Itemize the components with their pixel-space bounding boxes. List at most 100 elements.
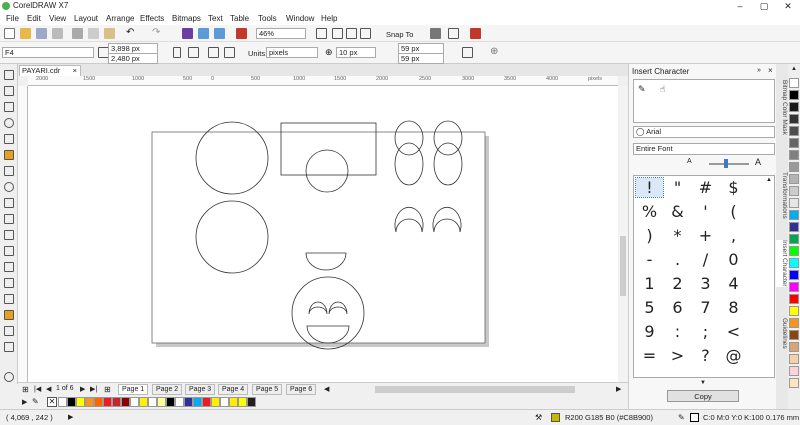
color-swatch[interactable] <box>789 330 799 340</box>
color-swatch[interactable] <box>76 397 85 407</box>
portrait-icon[interactable] <box>173 47 181 58</box>
color-swatch[interactable] <box>112 397 121 407</box>
character-cell[interactable]: ! <box>635 177 664 198</box>
color-swatch[interactable] <box>789 366 799 376</box>
tab-insert-character[interactable]: Insert Character <box>776 240 788 287</box>
interactive-fill-tool-icon[interactable] <box>4 310 14 320</box>
color-swatch[interactable] <box>789 102 799 112</box>
grid-scroll-up-icon[interactable]: ▲ <box>766 177 772 183</box>
add-page-end-icon[interactable]: ⊞ <box>104 385 111 394</box>
grid-icon[interactable] <box>346 28 357 39</box>
first-page-icon[interactable]: |◀ <box>34 385 41 393</box>
add-tool-icon[interactable] <box>4 372 14 382</box>
rulers-icon[interactable] <box>332 28 343 39</box>
menu-table[interactable]: Table <box>230 14 249 23</box>
guidelines-icon[interactable] <box>360 28 371 39</box>
welcome-screen-icon[interactable] <box>470 28 481 39</box>
tab-transformations[interactable]: Transformations <box>776 172 788 219</box>
next-page-icon[interactable]: ▶ <box>80 385 85 393</box>
restore-icon[interactable]: ▢ <box>752 0 776 13</box>
font-select[interactable]: ◯ Arial <box>633 126 775 138</box>
character-cell[interactable]: 9 <box>636 322 663 341</box>
color-swatch[interactable] <box>789 162 799 172</box>
page-tab-1[interactable]: Page 1 <box>118 384 149 395</box>
smart-fill-tool-icon[interactable] <box>4 326 14 336</box>
character-cell[interactable]: 4 <box>720 274 747 293</box>
character-cell[interactable]: = <box>636 346 663 365</box>
character-cell[interactable]: 3 <box>692 274 719 293</box>
color-swatch[interactable] <box>789 222 799 232</box>
color-swatch[interactable] <box>789 354 799 364</box>
pick-tool-icon[interactable] <box>4 70 14 80</box>
eyedropper-tool-icon[interactable] <box>4 294 14 304</box>
copy-icon[interactable] <box>88 28 99 39</box>
vertical-scrollbar[interactable] <box>618 86 628 382</box>
color-swatch[interactable] <box>193 397 202 407</box>
horizontal-scroll-thumb[interactable] <box>375 386 575 393</box>
print-icon[interactable] <box>52 28 63 39</box>
color-swatch[interactable] <box>211 397 220 407</box>
character-cell[interactable]: ? <box>692 346 719 365</box>
color-swatch[interactable] <box>184 397 193 407</box>
color-swatch[interactable] <box>175 397 184 407</box>
character-cell[interactable]: * <box>664 226 691 245</box>
page-height-field[interactable]: 2,480 px <box>108 53 158 64</box>
color-swatch[interactable] <box>789 198 799 208</box>
options-icon[interactable] <box>430 28 441 39</box>
character-cell[interactable]: 8 <box>720 298 747 317</box>
font-size-slider[interactable] <box>709 163 749 165</box>
horizontal-ruler[interactable]: 2000 1500 1000 500 0 500 1000 1500 2000 … <box>28 76 618 86</box>
vertical-ruler[interactable] <box>18 86 28 382</box>
crop-tool-icon[interactable] <box>4 102 14 112</box>
paste-icon[interactable] <box>104 28 115 39</box>
color-swatch[interactable] <box>789 90 799 100</box>
menu-help[interactable]: Help <box>321 14 337 23</box>
character-cell[interactable]: $ <box>720 178 747 197</box>
color-swatch[interactable] <box>789 246 799 256</box>
character-cell[interactable]: < <box>720 322 747 341</box>
polygon-tool-icon[interactable] <box>4 198 14 208</box>
docker-close-icon[interactable]: × <box>768 66 773 75</box>
character-cell[interactable]: ( <box>720 202 747 221</box>
color-swatch[interactable] <box>789 150 799 160</box>
character-cell[interactable]: % <box>636 202 663 221</box>
color-swatch[interactable] <box>67 397 76 407</box>
document-tab[interactable]: PAYARI.cdr × <box>19 65 81 76</box>
character-cell[interactable]: 6 <box>664 298 691 317</box>
character-cell[interactable]: ) <box>636 226 663 245</box>
fill-swatch[interactable] <box>551 413 560 422</box>
menu-file[interactable]: File <box>6 14 19 23</box>
mesh-fill-tool-icon[interactable] <box>4 342 14 352</box>
text-tool-icon[interactable] <box>4 214 14 224</box>
color-swatch[interactable] <box>789 126 799 136</box>
snap-to-dropdown[interactable]: Snap To <box>386 30 413 39</box>
color-swatch[interactable] <box>139 397 148 407</box>
search-content-icon[interactable] <box>182 28 193 39</box>
eyedropper-icon[interactable]: ✎ <box>32 397 39 406</box>
color-swatch[interactable] <box>789 378 799 388</box>
character-cell[interactable]: 7 <box>692 298 719 317</box>
connector-tool-icon[interactable] <box>4 246 14 256</box>
menu-window[interactable]: Window <box>286 14 314 23</box>
character-cell[interactable]: & <box>664 202 691 221</box>
character-cell[interactable]: @ <box>720 346 747 365</box>
current-page-icon[interactable] <box>224 47 235 58</box>
copy-button[interactable]: Copy <box>667 390 739 402</box>
paper-size-select[interactable]: F4 <box>2 47 94 58</box>
menu-text[interactable]: Text <box>208 14 223 23</box>
export-icon[interactable] <box>214 28 225 39</box>
landscape-icon[interactable] <box>188 47 199 58</box>
artistic-media-tool-icon[interactable] <box>4 150 14 160</box>
page-tab-3[interactable]: Page 3 <box>185 384 216 395</box>
add-property-icon[interactable]: ⊕ <box>490 47 501 58</box>
palette-arrow-icon[interactable]: ▶ <box>22 398 27 406</box>
color-swatch[interactable] <box>789 270 799 280</box>
freehand-tool-icon[interactable] <box>4 134 14 144</box>
color-swatch[interactable] <box>58 397 67 407</box>
color-swatch[interactable] <box>238 397 247 407</box>
menu-arrange[interactable]: Arrange <box>106 14 134 23</box>
color-swatch[interactable] <box>789 306 799 316</box>
color-swatch[interactable] <box>789 78 799 88</box>
undo-icon[interactable]: ↶ <box>126 28 137 39</box>
character-range-select[interactable]: Entire Font <box>633 143 775 155</box>
